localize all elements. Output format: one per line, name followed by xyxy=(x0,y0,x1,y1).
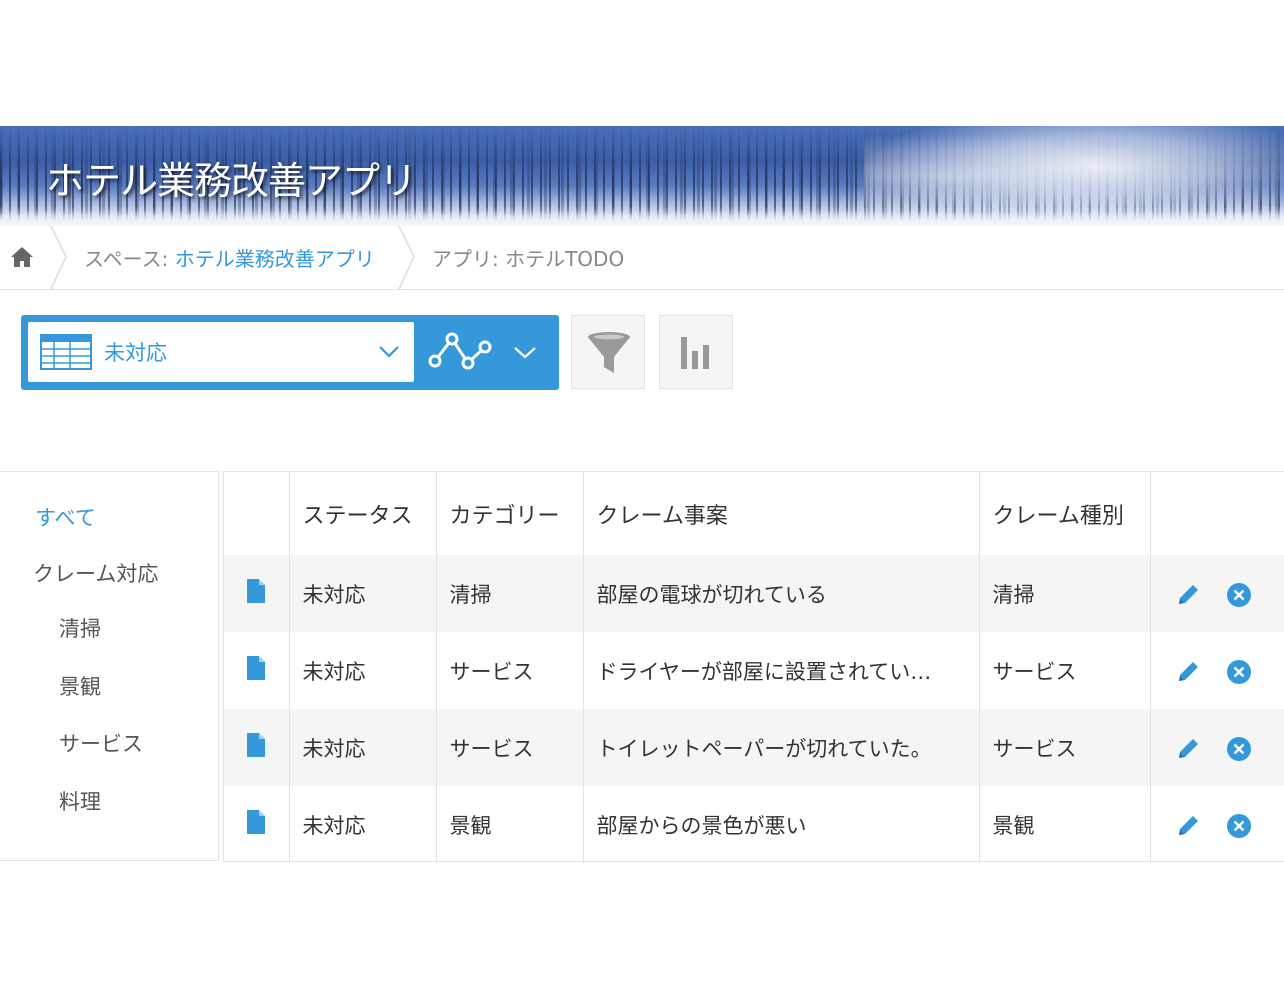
breadcrumb-separator-icon xyxy=(398,226,415,289)
record-detail-cell xyxy=(224,632,290,709)
document-icon[interactable] xyxy=(246,655,266,681)
line-graph-icon[interactable] xyxy=(426,329,494,375)
cell-status: 未対応 xyxy=(289,632,437,709)
cell-case: 部屋の電球が切れている xyxy=(583,555,980,632)
cell-category: 景観 xyxy=(436,786,584,863)
close-circle-icon[interactable] xyxy=(1226,582,1252,608)
sidebar-item-service[interactable]: サービス xyxy=(59,728,143,758)
document-icon[interactable] xyxy=(246,809,266,835)
table-row: 未対応 清掃 部屋の電球が切れている 清掃 xyxy=(224,555,1284,632)
cell-category: サービス xyxy=(436,709,584,786)
cell-actions xyxy=(1150,632,1284,709)
table-row: 未対応 サービス トイレットペーパーが切れていた。 サービス xyxy=(224,709,1284,786)
chart-button[interactable] xyxy=(659,315,733,389)
cell-actions xyxy=(1150,786,1284,863)
column-header-type[interactable]: クレーム種別 xyxy=(979,472,1151,555)
column-header-category[interactable]: カテゴリー xyxy=(436,472,584,555)
column-header-status[interactable]: ステータス xyxy=(289,472,437,555)
document-icon[interactable] xyxy=(246,732,266,758)
pencil-icon[interactable] xyxy=(1175,582,1201,608)
cell-case: トイレットペーパーが切れていた。 xyxy=(583,709,980,786)
breadcrumb-separator-icon xyxy=(50,226,67,289)
breadcrumb: スペース: ホテル業務改善アプリ アプリ: ホテルTODO xyxy=(0,226,1284,290)
view-select-dropdown[interactable]: 未対応 xyxy=(28,322,414,382)
cell-type: 景観 xyxy=(979,786,1151,863)
records-table: ステータス カテゴリー クレーム事案 クレーム種別 未対応 清掃 部屋の電球が切… xyxy=(224,472,1284,863)
table-header-row: ステータス カテゴリー クレーム事案 クレーム種別 xyxy=(224,472,1284,555)
sidebar-item-claims[interactable]: クレーム対応 xyxy=(33,558,158,588)
breadcrumb-space-prefix: スペース: xyxy=(84,247,175,271)
breadcrumb-app: アプリ: ホテルTODO xyxy=(432,247,625,271)
document-icon[interactable] xyxy=(246,578,266,604)
close-circle-icon[interactable] xyxy=(1226,813,1252,839)
cell-actions xyxy=(1150,555,1284,632)
table-row: 未対応 景観 部屋からの景色が悪い 景観 xyxy=(224,786,1284,863)
breadcrumb-space-link[interactable]: ホテル業務改善アプリ xyxy=(175,247,375,271)
pencil-icon[interactable] xyxy=(1175,736,1201,762)
cell-case: 部屋からの景色が悪い xyxy=(583,786,980,863)
filter-icon xyxy=(588,332,630,373)
record-detail-cell xyxy=(224,786,290,863)
app-title: ホテル業務改善アプリ xyxy=(46,159,417,203)
records-table-container: ステータス カテゴリー クレーム事案 クレーム種別 未対応 清掃 部屋の電球が切… xyxy=(223,471,1284,863)
table-view-icon xyxy=(40,334,92,374)
close-circle-icon[interactable] xyxy=(1226,736,1252,762)
category-sidebar: すべて クレーム対応 清掃 景観 サービス 料理 xyxy=(0,471,219,861)
breadcrumb-space: スペース: ホテル業務改善アプリ xyxy=(84,243,375,272)
chevron-down-icon[interactable] xyxy=(513,345,537,364)
cell-category: 清掃 xyxy=(436,555,584,632)
column-header-icon xyxy=(224,472,290,555)
pencil-icon[interactable] xyxy=(1175,813,1201,839)
view-selector-box: 未対応 xyxy=(21,315,559,390)
banner-snow-ground xyxy=(0,212,1284,226)
table-row: 未対応 サービス ドライヤーが部屋に設置されてい… サービス xyxy=(224,632,1284,709)
cell-status: 未対応 xyxy=(289,555,437,632)
filter-button[interactable] xyxy=(571,315,645,389)
cell-type: 清掃 xyxy=(979,555,1151,632)
cell-type: サービス xyxy=(979,709,1151,786)
record-detail-cell xyxy=(224,709,290,786)
sidebar-item-cuisine[interactable]: 料理 xyxy=(59,786,101,816)
close-circle-icon[interactable] xyxy=(1226,659,1252,685)
bar-chart-icon xyxy=(681,337,709,369)
cell-status: 未対応 xyxy=(289,786,437,863)
column-header-case[interactable]: クレーム事案 xyxy=(583,472,980,555)
column-header-actions xyxy=(1150,472,1284,555)
sidebar-item-all[interactable]: すべて xyxy=(35,502,96,532)
chevron-down-icon xyxy=(378,344,400,363)
cell-category: サービス xyxy=(436,632,584,709)
pencil-icon[interactable] xyxy=(1175,659,1201,685)
record-detail-cell xyxy=(224,555,290,632)
banner-frost-highlight xyxy=(864,126,1284,226)
cell-status: 未対応 xyxy=(289,709,437,786)
cell-actions xyxy=(1150,709,1284,786)
view-name: 未対応 xyxy=(104,341,167,365)
cell-type: サービス xyxy=(979,632,1151,709)
cell-case: ドライヤーが部屋に設置されてい… xyxy=(583,632,980,709)
sidebar-item-cleaning[interactable]: 清掃 xyxy=(59,613,101,643)
home-icon[interactable] xyxy=(10,246,34,268)
sidebar-item-scenery[interactable]: 景観 xyxy=(59,671,101,701)
app-header-banner: ホテル業務改善アプリ xyxy=(0,126,1284,226)
